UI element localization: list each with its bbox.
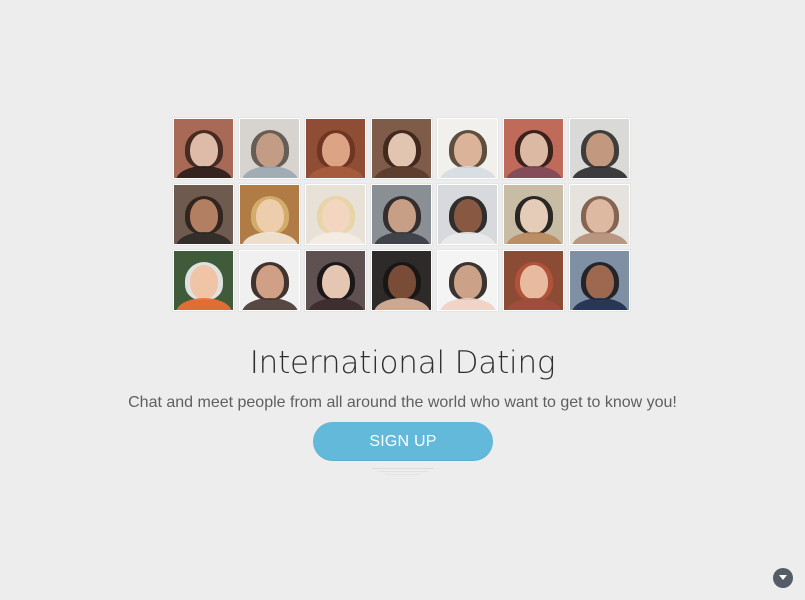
profile-shoulders-shape	[571, 166, 628, 178]
profile-photo-6	[503, 118, 564, 179]
profile-shoulders-shape	[505, 166, 562, 178]
profile-face-shape	[453, 198, 482, 233]
divider-line	[386, 474, 420, 475]
profile-photo-13	[503, 184, 564, 245]
profile-face-shape	[255, 198, 284, 233]
sign-up-button[interactable]: SIGN UP	[313, 422, 493, 461]
profile-photo-3	[305, 118, 366, 179]
decorative-divider	[372, 468, 434, 476]
profile-photo-5	[437, 118, 498, 179]
profile-photo-17	[305, 250, 366, 311]
profile-photo-19	[437, 250, 498, 311]
divider-line	[372, 468, 434, 469]
profile-shoulders-shape	[307, 232, 364, 244]
divider-line	[378, 471, 428, 472]
profile-face-shape	[189, 198, 218, 233]
profile-shoulders-shape	[241, 298, 298, 310]
profile-photo-grid	[173, 118, 633, 311]
profile-shoulders-shape	[439, 166, 496, 178]
profile-photo-14	[569, 184, 630, 245]
profile-photo-11	[371, 184, 432, 245]
profile-face-shape	[387, 198, 416, 233]
profile-shoulders-shape	[241, 166, 298, 178]
profile-photo-9	[239, 184, 300, 245]
profile-photo-2	[239, 118, 300, 179]
profile-shoulders-shape	[175, 232, 232, 244]
scroll-down-button[interactable]	[773, 568, 793, 588]
profile-face-shape	[387, 264, 416, 299]
profile-photo-1	[173, 118, 234, 179]
profile-face-shape	[255, 264, 284, 299]
profile-shoulders-shape	[571, 232, 628, 244]
profile-shoulders-shape	[175, 166, 232, 178]
page-subtitle: Chat and meet people from all around the…	[128, 394, 677, 411]
profile-face-shape	[453, 264, 482, 299]
profile-shoulders-shape	[175, 298, 232, 310]
profile-face-shape	[321, 132, 350, 167]
page-title: International Dating	[249, 344, 556, 381]
profile-face-shape	[585, 198, 614, 233]
profile-shoulders-shape	[373, 166, 430, 178]
profile-photo-20	[503, 250, 564, 311]
profile-face-shape	[189, 264, 218, 299]
profile-photo-4	[371, 118, 432, 179]
profile-face-shape	[585, 132, 614, 167]
profile-shoulders-shape	[439, 298, 496, 310]
profile-face-shape	[321, 198, 350, 233]
profile-shoulders-shape	[505, 298, 562, 310]
profile-face-shape	[321, 264, 350, 299]
profile-face-shape	[255, 132, 284, 167]
profile-face-shape	[585, 264, 614, 299]
chevron-down-icon	[779, 575, 787, 580]
profile-photo-18	[371, 250, 432, 311]
profile-photo-21	[569, 250, 630, 311]
profile-photo-12	[437, 184, 498, 245]
profile-photo-10	[305, 184, 366, 245]
profile-shoulders-shape	[373, 232, 430, 244]
profile-face-shape	[453, 132, 482, 167]
profile-shoulders-shape	[373, 298, 430, 310]
profile-shoulders-shape	[307, 166, 364, 178]
profile-shoulders-shape	[505, 232, 562, 244]
profile-shoulders-shape	[571, 298, 628, 310]
profile-face-shape	[189, 132, 218, 167]
profile-photo-16	[239, 250, 300, 311]
profile-face-shape	[519, 132, 548, 167]
profile-shoulders-shape	[439, 232, 496, 244]
profile-face-shape	[519, 264, 548, 299]
profile-face-shape	[387, 132, 416, 167]
profile-shoulders-shape	[307, 298, 364, 310]
hero-section: International Dating Chat and meet peopl…	[0, 0, 805, 600]
profile-shoulders-shape	[241, 232, 298, 244]
profile-face-shape	[519, 198, 548, 233]
profile-photo-7	[569, 118, 630, 179]
profile-photo-15	[173, 250, 234, 311]
profile-photo-8	[173, 184, 234, 245]
